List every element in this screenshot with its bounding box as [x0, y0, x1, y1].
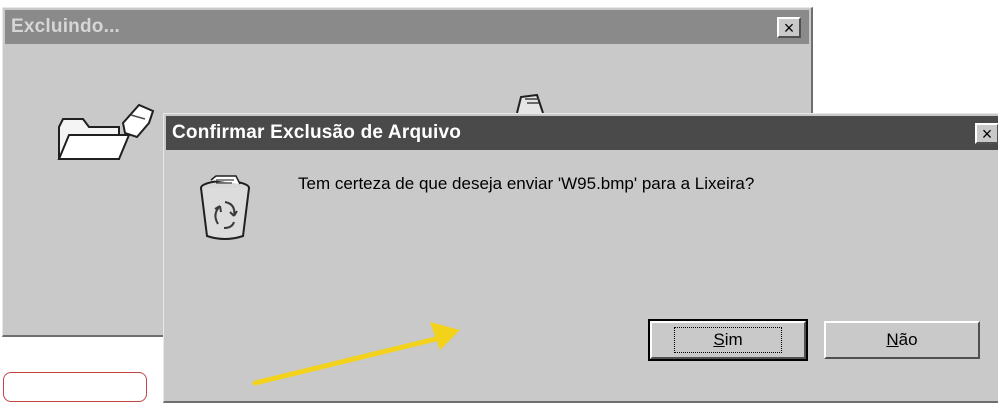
annotation-arrow — [252, 322, 460, 386]
annotation-callout — [3, 372, 147, 402]
